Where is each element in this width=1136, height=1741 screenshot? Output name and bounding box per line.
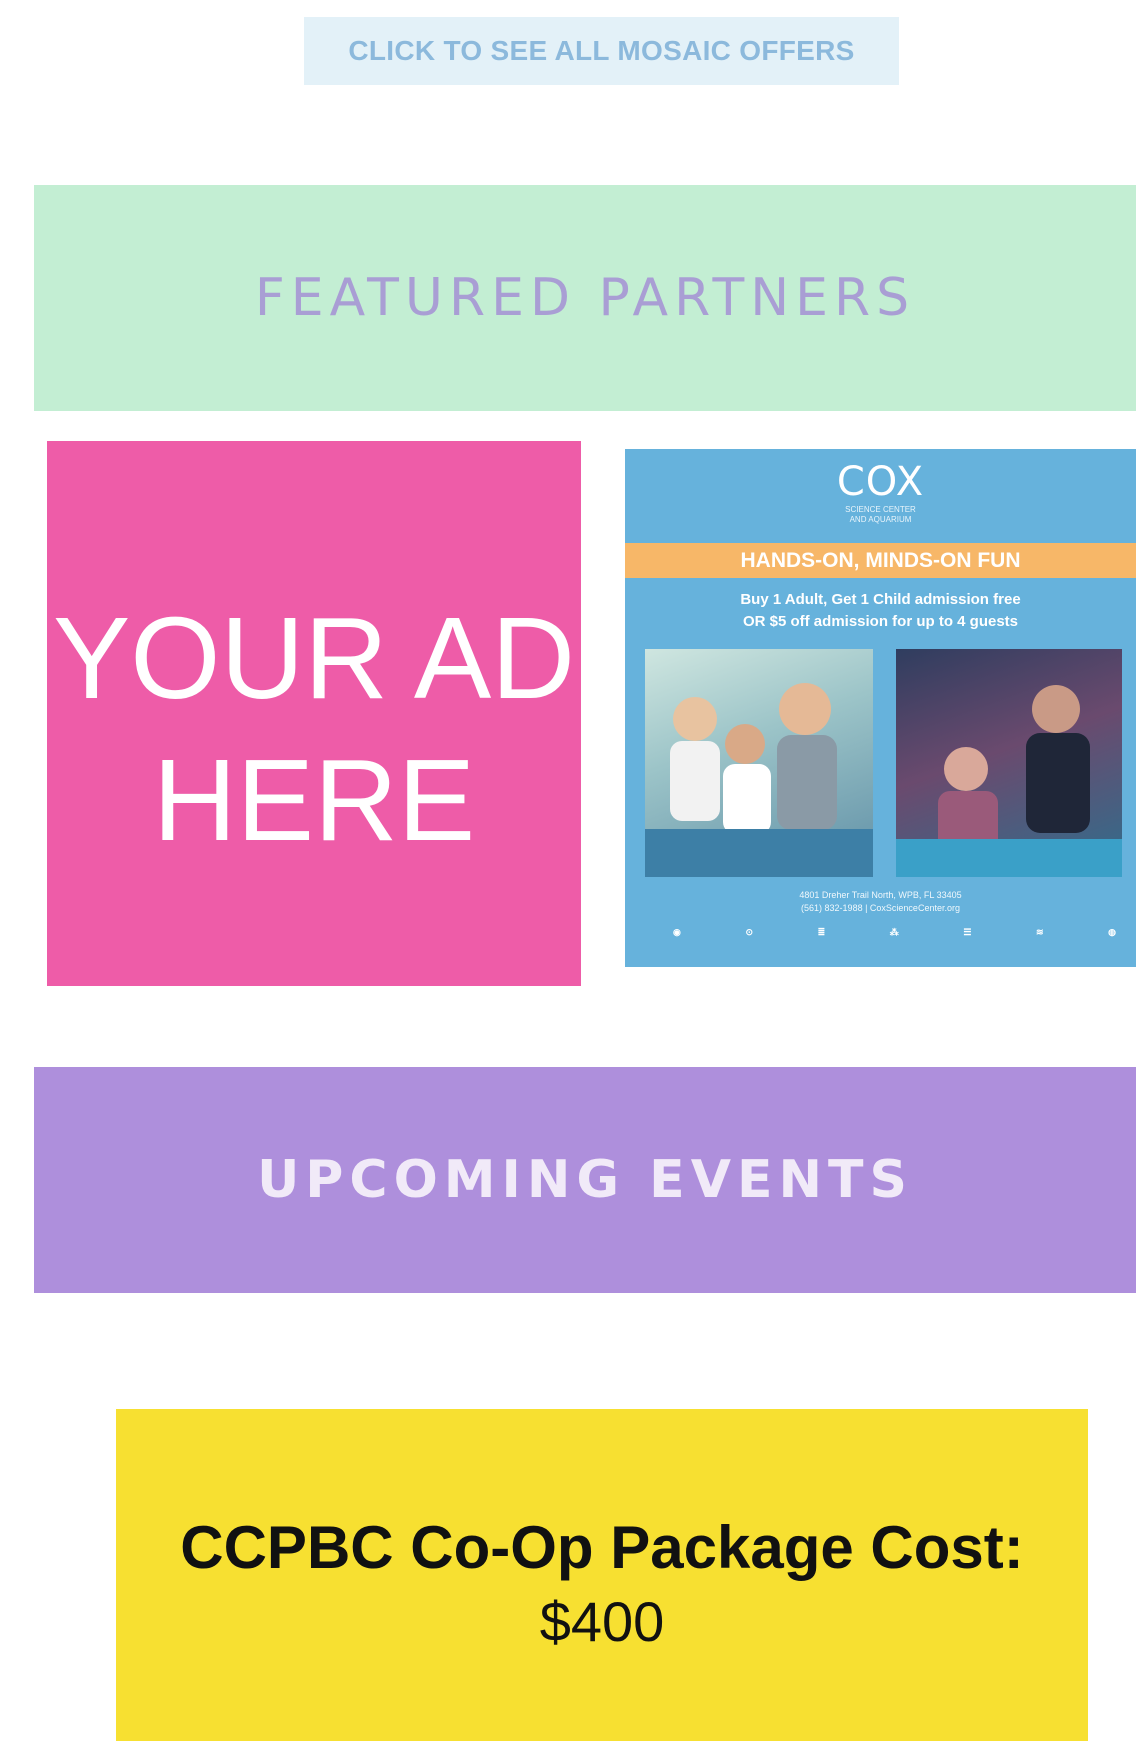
upcoming-events-title: UPCOMING EVENTS — [257, 1150, 913, 1210]
featured-partners-title: FEATURED PARTNERS — [254, 268, 916, 328]
sponsor-logo: ≋ — [1036, 927, 1044, 937]
sponsor-logos: ◉ ⊙ ≣ ⁂ ☰ ≋ ◍ — [673, 927, 1116, 938]
featured-partners-banner: FEATURED PARTNERS — [34, 185, 1136, 411]
cox-logo-subtitle: SCIENCE CENTER AND AQUARIUM — [845, 505, 916, 524]
sponsor-logo: ☰ — [963, 927, 972, 937]
sponsor-logo: ≣ — [817, 927, 826, 937]
sponsor-logo: ⊙ — [745, 927, 753, 937]
your-ad-here-placeholder[interactable]: YOUR AD HERE — [47, 441, 581, 986]
kids-photo — [645, 649, 873, 877]
cox-offer-text: Buy 1 Adult, Get 1 Child admission free … — [740, 591, 1021, 630]
upcoming-events-banner: UPCOMING EVENTS — [34, 1067, 1136, 1293]
sponsor-logo: ⁂ — [889, 927, 899, 937]
cox-science-center-ad[interactable]: COX SCIENCE CENTER AND AQUARIUM HANDS-ON… — [625, 449, 1136, 967]
cox-address: 4801 Dreher Trail North, WPB, FL 33405 (… — [799, 890, 962, 913]
mosaic-offers-link[interactable]: CLICK TO SEE ALL MOSAIC OFFERS — [304, 17, 899, 85]
ad-placeholder-text: YOUR AD HERE — [52, 593, 576, 865]
cox-tagline: HANDS-ON, MINDS-ON FUN — [740, 548, 1021, 572]
package-cost-label: CCPBC Co-Op Package Cost: — [180, 1514, 1024, 1581]
sponsor-logo: ◍ — [1108, 927, 1116, 937]
package-cost-value: $400 — [539, 1590, 665, 1653]
cox-tagline-stripe: HANDS-ON, MINDS-ON FUN — [625, 543, 1136, 578]
aquarium-photo — [896, 649, 1122, 877]
cox-logo: COX — [836, 459, 925, 505]
sponsor-logo: ◉ — [673, 927, 681, 937]
package-cost-box: CCPBC Co-Op Package Cost: $400 — [116, 1409, 1088, 1741]
